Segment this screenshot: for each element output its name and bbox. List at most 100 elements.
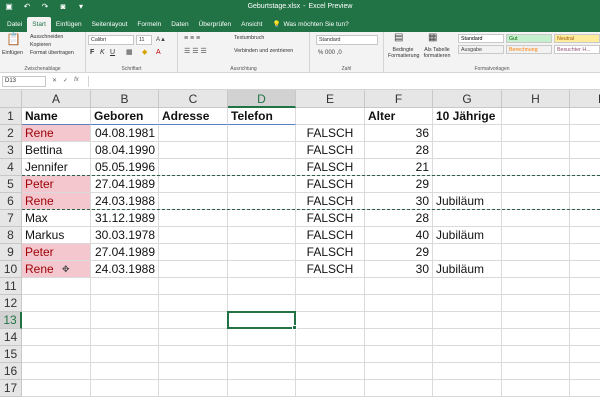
row-header-11[interactable]: 11: [0, 278, 22, 295]
cell[interactable]: [296, 108, 365, 125]
name-cell[interactable]: Bettina: [22, 142, 91, 159]
cell[interactable]: [365, 346, 433, 363]
cell[interactable]: [570, 312, 600, 329]
cell[interactable]: [228, 244, 296, 261]
cell[interactable]: [159, 312, 228, 329]
cell[interactable]: [433, 159, 502, 176]
cell[interactable]: [228, 380, 296, 397]
row-header-9[interactable]: 9: [0, 244, 22, 261]
age-cell[interactable]: 30: [365, 261, 433, 278]
cell[interactable]: [228, 261, 296, 278]
cell[interactable]: [570, 261, 600, 278]
cell[interactable]: [502, 142, 570, 159]
bool-cell[interactable]: FALSCH: [296, 193, 365, 210]
cell[interactable]: [159, 193, 228, 210]
born-cell[interactable]: 24.03.1988: [91, 261, 159, 278]
cell[interactable]: [296, 363, 365, 380]
born-cell[interactable]: 08.04.1990: [91, 142, 159, 159]
bool-cell[interactable]: FALSCH: [296, 210, 365, 227]
row-header-10[interactable]: 10: [0, 261, 22, 278]
bool-cell[interactable]: FALSCH: [296, 176, 365, 193]
cell[interactable]: [159, 125, 228, 142]
cell[interactable]: [296, 346, 365, 363]
format-as-table-button[interactable]: Als Tabelle formatieren: [420, 47, 454, 59]
percent-icon[interactable]: % 000 ,0: [318, 49, 342, 57]
cell-style-4[interactable]: Berechnung: [506, 45, 552, 54]
name-cell[interactable]: Peter: [22, 244, 91, 261]
cell[interactable]: [433, 176, 502, 193]
age-cell[interactable]: 21: [365, 159, 433, 176]
tell-me-box[interactable]: 💡 Was möchten Sie tun?: [267, 17, 353, 32]
cell[interactable]: [570, 244, 600, 261]
cell[interactable]: [91, 363, 159, 380]
bool-cell[interactable]: FALSCH: [296, 142, 365, 159]
cell[interactable]: [365, 295, 433, 312]
cell[interactable]: [570, 295, 600, 312]
cell[interactable]: [159, 329, 228, 346]
cell[interactable]: [159, 227, 228, 244]
cell[interactable]: [91, 380, 159, 397]
row-header-1[interactable]: 1: [0, 108, 22, 125]
name-cell[interactable]: Markus: [22, 227, 91, 244]
row-header-13[interactable]: 13: [0, 312, 22, 329]
cell[interactable]: [502, 244, 570, 261]
cell[interactable]: [502, 261, 570, 278]
row-header-12[interactable]: 12: [0, 295, 22, 312]
header-cell[interactable]: Name: [22, 108, 91, 125]
bool-cell[interactable]: FALSCH: [296, 244, 365, 261]
cell[interactable]: [365, 312, 433, 329]
cell[interactable]: [296, 278, 365, 295]
cell[interactable]: [502, 278, 570, 295]
cell[interactable]: [502, 380, 570, 397]
italic-button[interactable]: K: [100, 49, 105, 56]
column-header-d[interactable]: D: [228, 90, 296, 108]
cell[interactable]: [159, 142, 228, 159]
grow-font-icon[interactable]: A▲: [156, 36, 166, 44]
cell[interactable]: [365, 278, 433, 295]
row-header-3[interactable]: 3: [0, 142, 22, 159]
tab-formeln[interactable]: Formeln: [132, 17, 166, 32]
wrap-text-button[interactable]: Textumbruch: [234, 35, 264, 41]
cell[interactable]: [22, 363, 91, 380]
bool-cell[interactable]: FALSCH: [296, 227, 365, 244]
cell[interactable]: [502, 346, 570, 363]
cell[interactable]: [433, 363, 502, 380]
cell-style-2[interactable]: Neutral: [554, 34, 600, 43]
cell[interactable]: [159, 176, 228, 193]
cell[interactable]: [433, 380, 502, 397]
paste-button[interactable]: Einfügen: [2, 50, 23, 56]
cell-style-0[interactable]: Standard: [458, 34, 504, 43]
cell[interactable]: [228, 159, 296, 176]
cell[interactable]: [570, 278, 600, 295]
age-cell[interactable]: 29: [365, 176, 433, 193]
column-header-g[interactable]: G: [433, 90, 502, 108]
cell[interactable]: [570, 380, 600, 397]
column-header-e[interactable]: E: [296, 90, 365, 108]
column-header-h[interactable]: H: [502, 90, 570, 108]
cell[interactable]: [159, 380, 228, 397]
fill-color-icon[interactable]: ◆: [142, 49, 147, 57]
cell[interactable]: [502, 210, 570, 227]
cell[interactable]: [502, 329, 570, 346]
tab-daten[interactable]: Daten: [166, 17, 193, 32]
row-header-8[interactable]: 8: [0, 227, 22, 244]
cell[interactable]: [22, 295, 91, 312]
format-painter-button[interactable]: Format übertragen: [30, 50, 74, 56]
name-box[interactable]: D13: [2, 76, 46, 87]
align-left-icon[interactable]: ☰ ☰ ☰: [184, 48, 207, 56]
cell[interactable]: [159, 159, 228, 176]
cell-style-3[interactable]: Ausgabe: [458, 45, 504, 54]
bool-cell[interactable]: FALSCH: [296, 125, 365, 142]
cell[interactable]: [570, 142, 600, 159]
conditional-format-button[interactable]: Bedingte Formatierung: [388, 47, 420, 59]
cell[interactable]: [228, 295, 296, 312]
cell[interactable]: [502, 176, 570, 193]
born-cell[interactable]: 05.05.1996: [91, 159, 159, 176]
cell[interactable]: [22, 278, 91, 295]
cell[interactable]: [570, 108, 600, 125]
number-format-select[interactable]: Standard: [316, 35, 378, 45]
cell[interactable]: [228, 176, 296, 193]
age-cell[interactable]: 29: [365, 244, 433, 261]
cell[interactable]: [296, 312, 365, 329]
row-header-2[interactable]: 2: [0, 125, 22, 142]
